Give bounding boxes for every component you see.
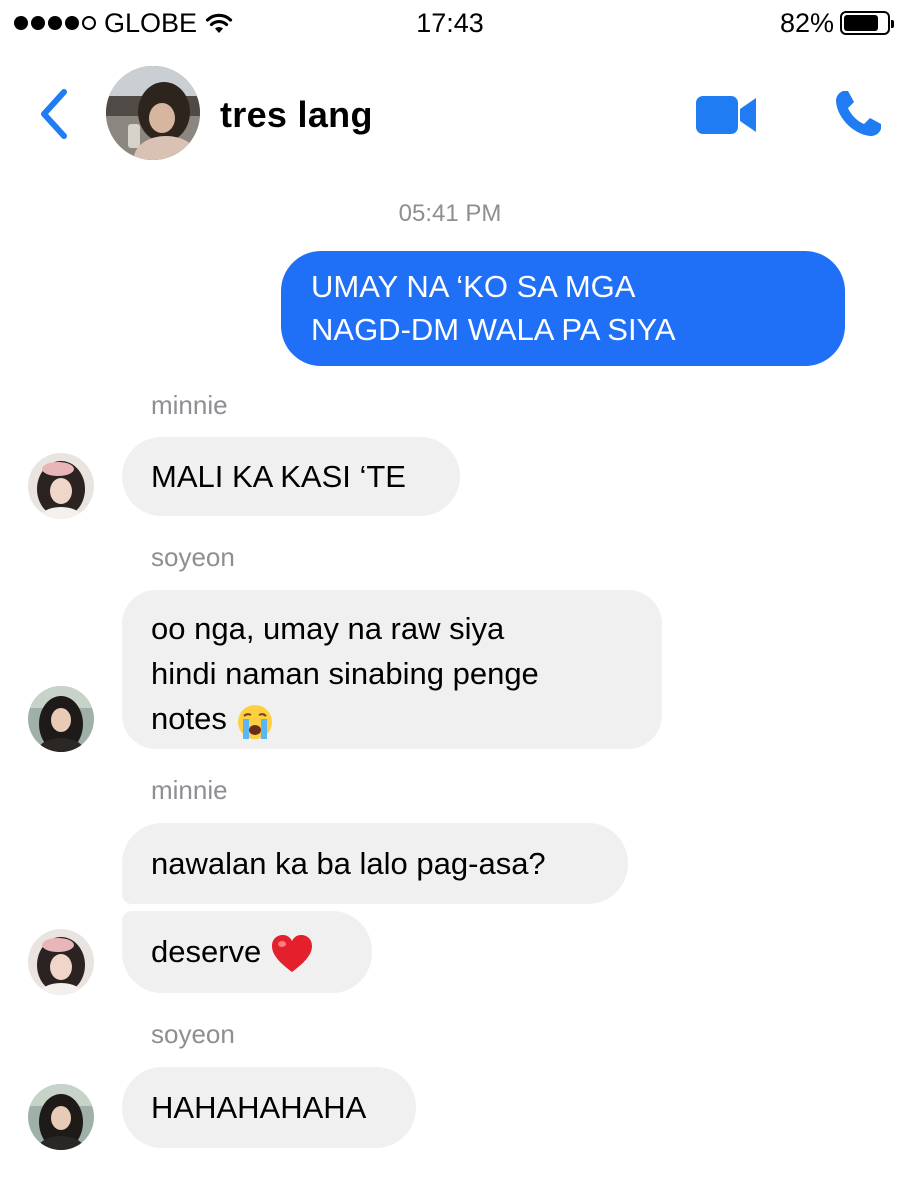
- message-text: deserve: [151, 934, 262, 969]
- video-camera-icon[interactable]: [694, 92, 760, 138]
- chevron-left-icon[interactable]: [34, 86, 74, 142]
- message-line: NAGD-DM WALA PA SIYA: [311, 312, 676, 347]
- battery-icon: [840, 11, 894, 35]
- message-line: notes: [151, 701, 227, 736]
- avatar-soyeon[interactable]: [28, 1084, 94, 1150]
- message-line: hindi naman sinabing penge: [151, 656, 539, 691]
- status-bar: GLOBE 17:43 82%: [0, 0, 900, 48]
- avatar-minnie[interactable]: [28, 929, 94, 995]
- avatar-soyeon[interactable]: [28, 686, 94, 752]
- incoming-message-bubble[interactable]: deserve: [122, 911, 372, 993]
- battery-percentage: 82%: [779, 7, 834, 38]
- avatar-minnie[interactable]: [28, 453, 94, 519]
- conversation-title[interactable]: tres lang: [220, 94, 373, 136]
- group-avatar[interactable]: [106, 66, 200, 160]
- red-heart-emoji: [271, 934, 312, 972]
- crying-face-emoji: [238, 704, 273, 739]
- message-timestamp: 05:41 PM: [398, 200, 502, 227]
- sender-name: soyeon: [151, 1019, 235, 1049]
- battery-level: [844, 15, 879, 31]
- message-text: HAHAHAHAHA: [151, 1090, 367, 1125]
- sender-name: minnie: [151, 775, 228, 805]
- clock: 17:43: [416, 8, 484, 38]
- chat-header: tres lang: [0, 60, 900, 170]
- message-text: MALI KA KASI ‘TE: [151, 459, 406, 494]
- incoming-message-bubble[interactable]: oo nga, umay na raw siya hindi naman sin…: [122, 590, 662, 749]
- incoming-message-bubble[interactable]: MALI KA KASI ‘TE: [122, 437, 460, 516]
- phone-icon[interactable]: [832, 88, 884, 140]
- outgoing-message-bubble[interactable]: UMAY NA ‘KO SA MGA NAGD-DM WALA PA SIYA: [281, 251, 845, 366]
- incoming-message-bubble[interactable]: HAHAHAHAHA: [122, 1067, 416, 1148]
- sender-name: soyeon: [151, 542, 235, 572]
- message-text: nawalan ka ba lalo pag-asa?: [151, 846, 546, 881]
- message-line: oo nga, umay na raw siya: [151, 611, 505, 646]
- message-line: UMAY NA ‘KO SA MGA: [311, 269, 636, 304]
- sender-name: minnie: [151, 390, 228, 420]
- incoming-message-bubble[interactable]: nawalan ka ba lalo pag-asa?: [122, 823, 628, 904]
